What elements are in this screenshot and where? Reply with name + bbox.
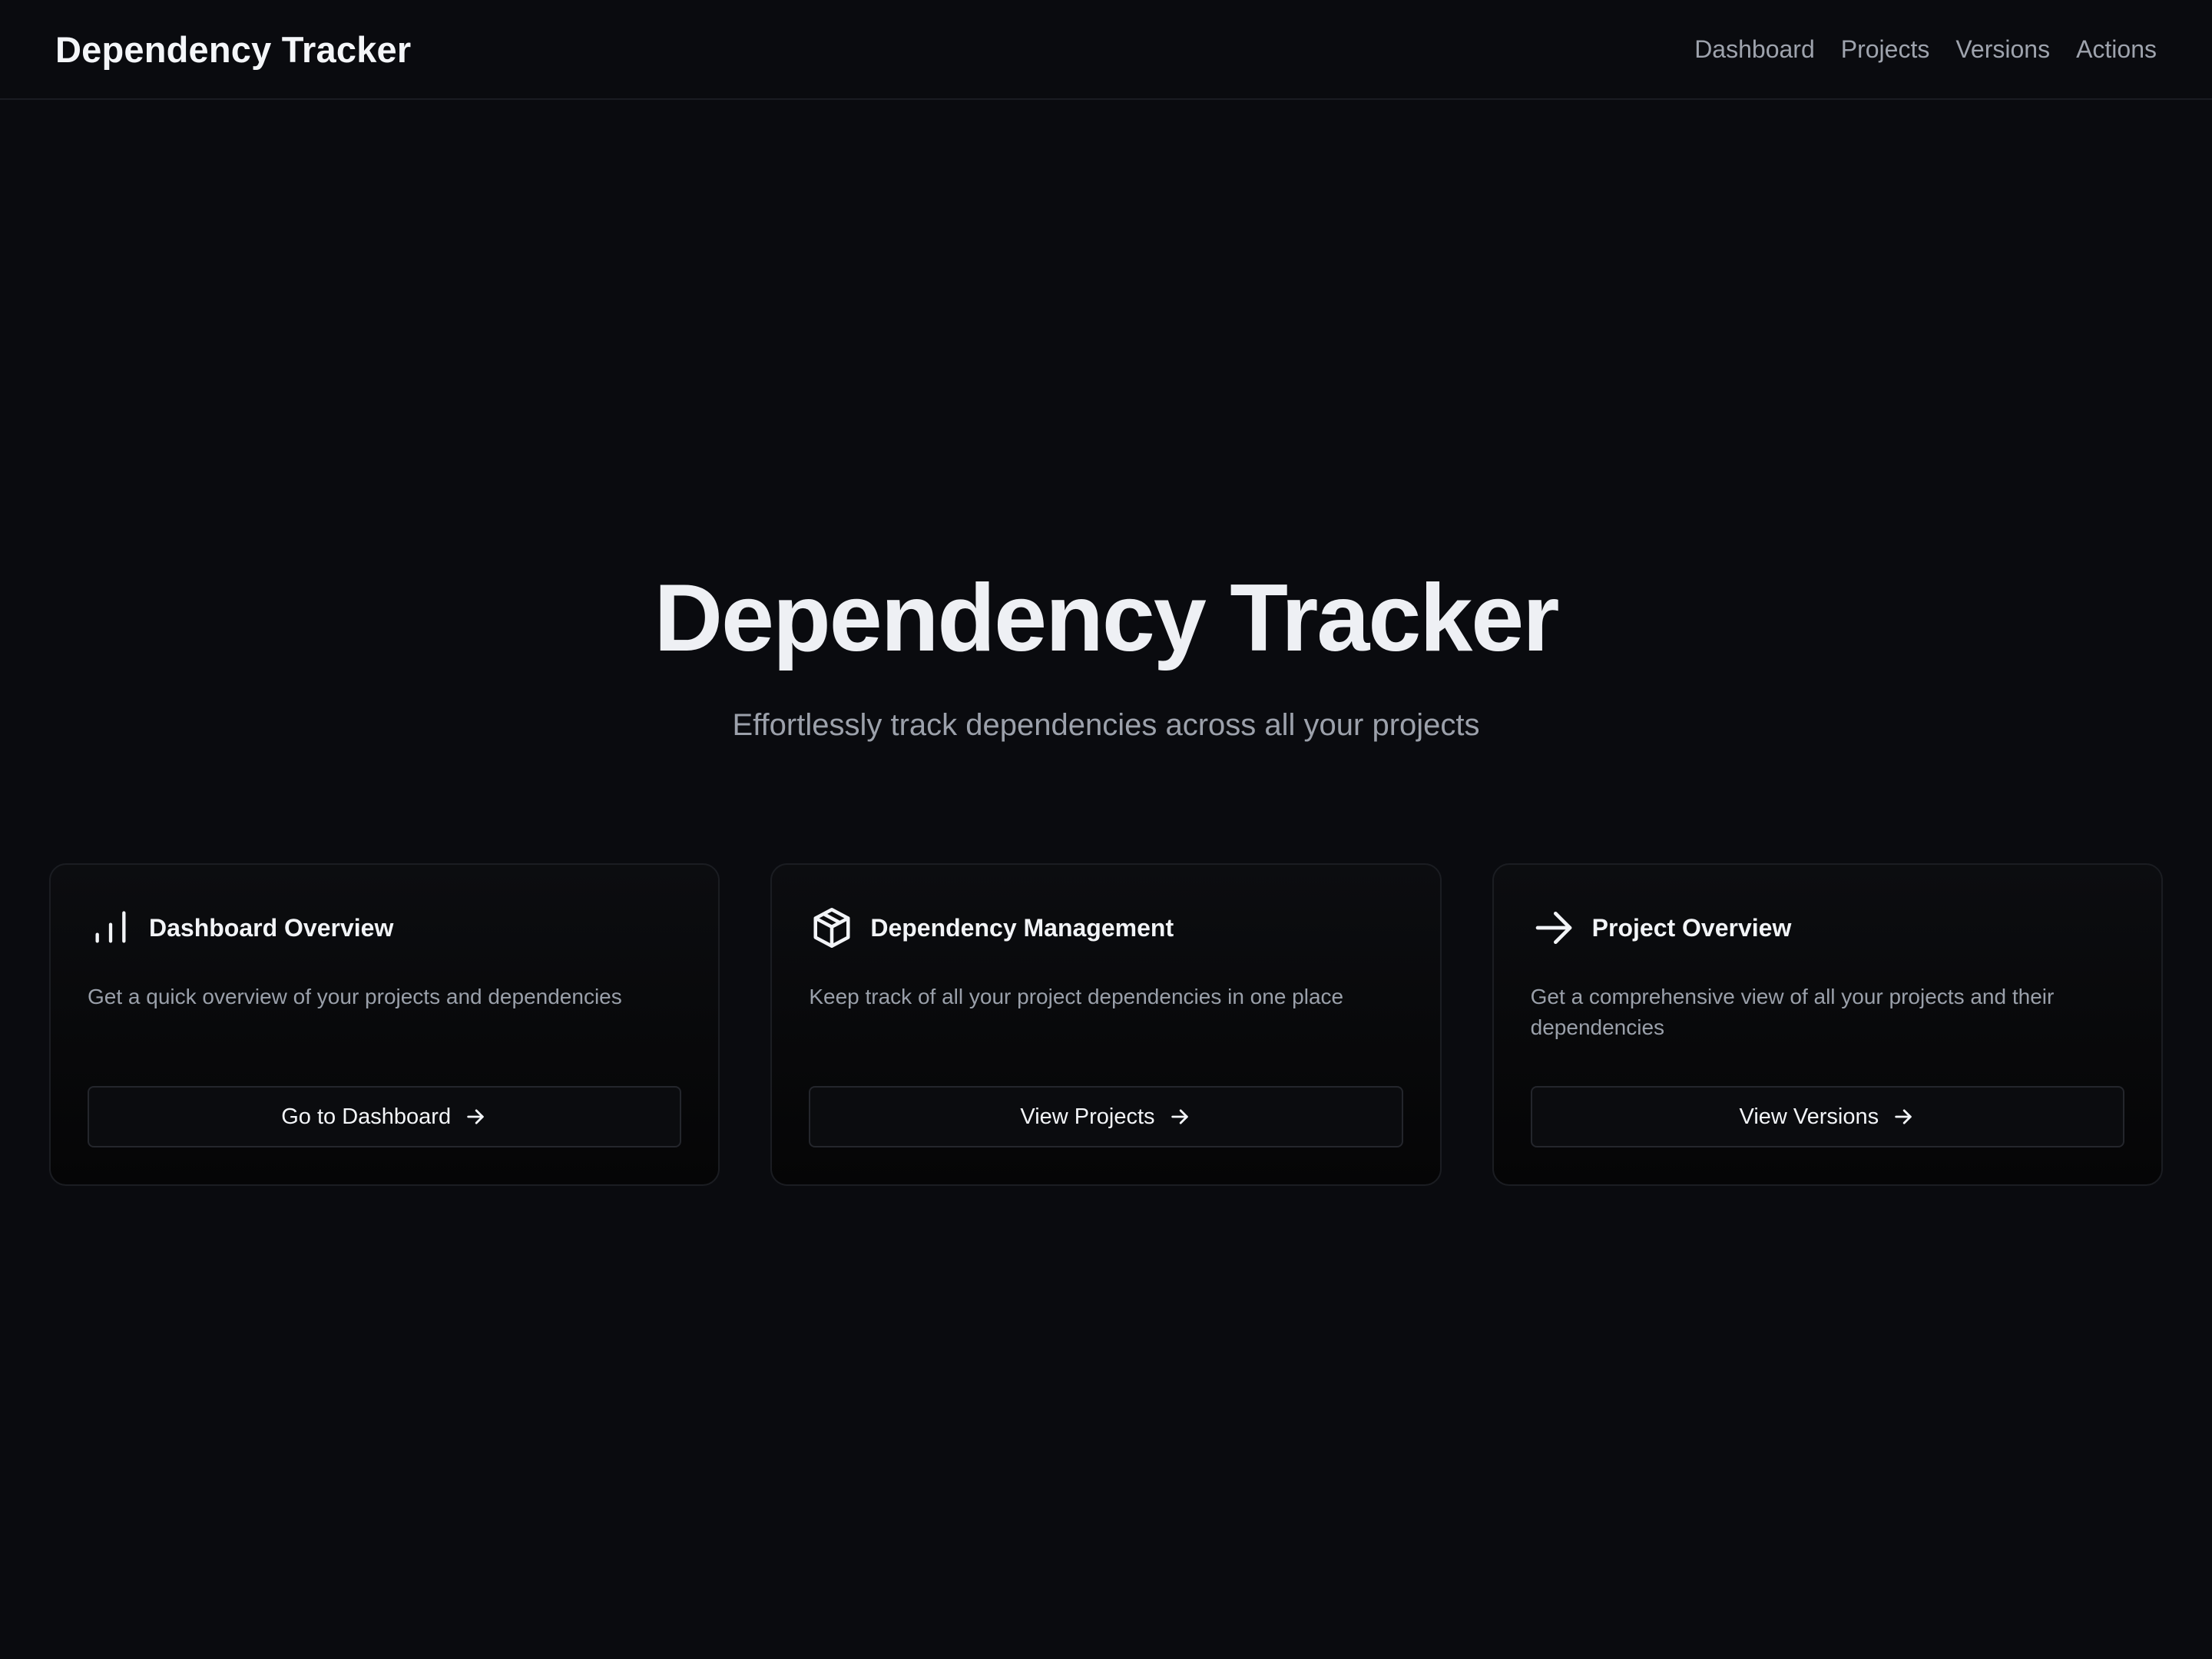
card-title: Dependency Management — [870, 913, 1174, 942]
hero-title: Dependency Tracker — [654, 565, 1559, 671]
arrow-right-icon — [1892, 1105, 1916, 1128]
card-title: Dashboard Overview — [149, 913, 394, 942]
button-label: View Versions — [1739, 1104, 1879, 1129]
card-header: Dashboard Overview — [88, 903, 681, 952]
arrow-right-icon — [1169, 1105, 1192, 1128]
card-description: Keep track of all your project dependenc… — [809, 985, 1344, 1008]
arrow-right-icon — [465, 1105, 488, 1128]
arrow-right-icon — [1531, 905, 1577, 951]
go-to-dashboard-button[interactable]: Go to Dashboard — [88, 1086, 682, 1147]
hero-subtitle: Effortlessly track dependencies across a… — [732, 708, 1480, 742]
brand-title[interactable]: Dependency Tracker — [55, 28, 411, 71]
card-dashboard-overview: Dashboard Overview Get a quick overview … — [49, 863, 720, 1186]
card-header: Dependency Management — [809, 903, 1402, 952]
package-icon — [809, 905, 855, 951]
feature-cards: Dashboard Overview Get a quick overview … — [49, 863, 2163, 1186]
nav-projects[interactable]: Projects — [1841, 35, 1930, 64]
view-projects-button[interactable]: View Projects — [809, 1086, 1403, 1147]
nav-dashboard[interactable]: Dashboard — [1694, 35, 1815, 64]
nav-versions[interactable]: Versions — [1955, 35, 2050, 64]
page: Dependency Tracker Dashboard Projects Ve… — [0, 0, 2212, 1659]
card-title: Project Overview — [1591, 913, 1792, 942]
nav-actions[interactable]: Actions — [2076, 35, 2157, 64]
bar-chart-icon — [88, 905, 134, 951]
button-label: View Projects — [1020, 1104, 1155, 1129]
card-description: Get a comprehensive view of all your pro… — [1530, 985, 2055, 1039]
card-description: Get a quick overview of your projects an… — [88, 985, 622, 1008]
main-nav: Dashboard Projects Versions Actions — [1694, 35, 2157, 64]
card-header: Project Overview — [1531, 903, 2124, 952]
top-navbar: Dependency Tracker Dashboard Projects Ve… — [0, 0, 2212, 100]
card-dependency-management: Dependency Management Keep track of all … — [770, 863, 1442, 1186]
card-project-overview: Project Overview Get a comprehensive vie… — [1492, 863, 2163, 1186]
button-label: Go to Dashboard — [281, 1104, 452, 1129]
hero-section: Dependency Tracker Effortlessly track de… — [0, 561, 2212, 747]
view-versions-button[interactable]: View Versions — [1530, 1086, 2124, 1147]
